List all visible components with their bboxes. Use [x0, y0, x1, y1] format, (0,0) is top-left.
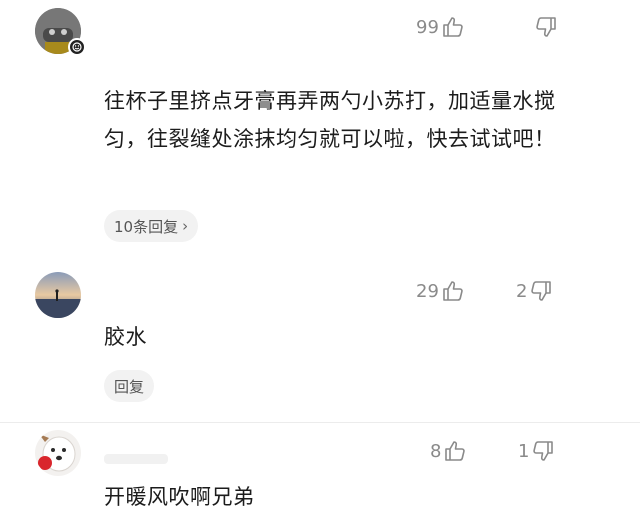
- dislike-button[interactable]: [532, 12, 558, 42]
- like-button[interactable]: 29: [416, 276, 465, 306]
- thumb-up-icon: [443, 439, 467, 463]
- comment-text: 开暖风吹啊兄弟: [104, 485, 255, 509]
- thumb-down-icon: [531, 439, 555, 463]
- reply-label: 回复: [114, 377, 145, 396]
- avatar[interactable]: [35, 430, 81, 476]
- dislike-button[interactable]: 1: [518, 436, 555, 466]
- reply-count-label: 10条回复: [114, 217, 179, 236]
- like-count: 8: [430, 440, 442, 462]
- comment-feed: 99 往杯子里挤点牙膏再弄两勺小苏打，加适量水搅匀，往裂缝处涂抹均匀就可以啦，快…: [0, 0, 640, 514]
- dislike-button[interactable]: 2: [516, 276, 553, 306]
- thumb-up-icon: [441, 279, 465, 303]
- avatar[interactable]: [35, 272, 81, 318]
- username: [104, 454, 168, 464]
- thumb-up-icon: [441, 15, 465, 39]
- thumb-down-icon: [529, 279, 553, 303]
- comment-text: 胶水: [104, 325, 147, 349]
- comment-text: 往杯子里挤点牙膏再弄两勺小苏打，加适量水搅匀，往裂缝处涂抹均匀就可以啦，快去试试…: [104, 89, 556, 151]
- dislike-count: 1: [518, 440, 530, 462]
- like-button[interactable]: 8: [430, 436, 467, 466]
- like-count: 99: [416, 16, 439, 38]
- comment-2: 29 2 胶水 回复: [0, 262, 640, 422]
- dislike-count: 2: [516, 280, 528, 302]
- chevron-right-icon: ›: [182, 217, 189, 235]
- thumb-down-icon: [534, 15, 558, 39]
- comment-3: 8 1 开暖风吹啊兄弟: [0, 422, 640, 514]
- like-count: 29: [416, 280, 439, 302]
- like-button[interactable]: 99: [416, 12, 465, 42]
- comment-1: 99 往杯子里挤点牙膏再弄两勺小苏打，加适量水搅匀，往裂缝处涂抹均匀就可以啦，快…: [0, 0, 640, 262]
- view-replies-button[interactable]: 10条回复 ›: [104, 210, 199, 242]
- emoji-badge-icon: [68, 38, 86, 56]
- reply-button[interactable]: 回复: [104, 370, 155, 402]
